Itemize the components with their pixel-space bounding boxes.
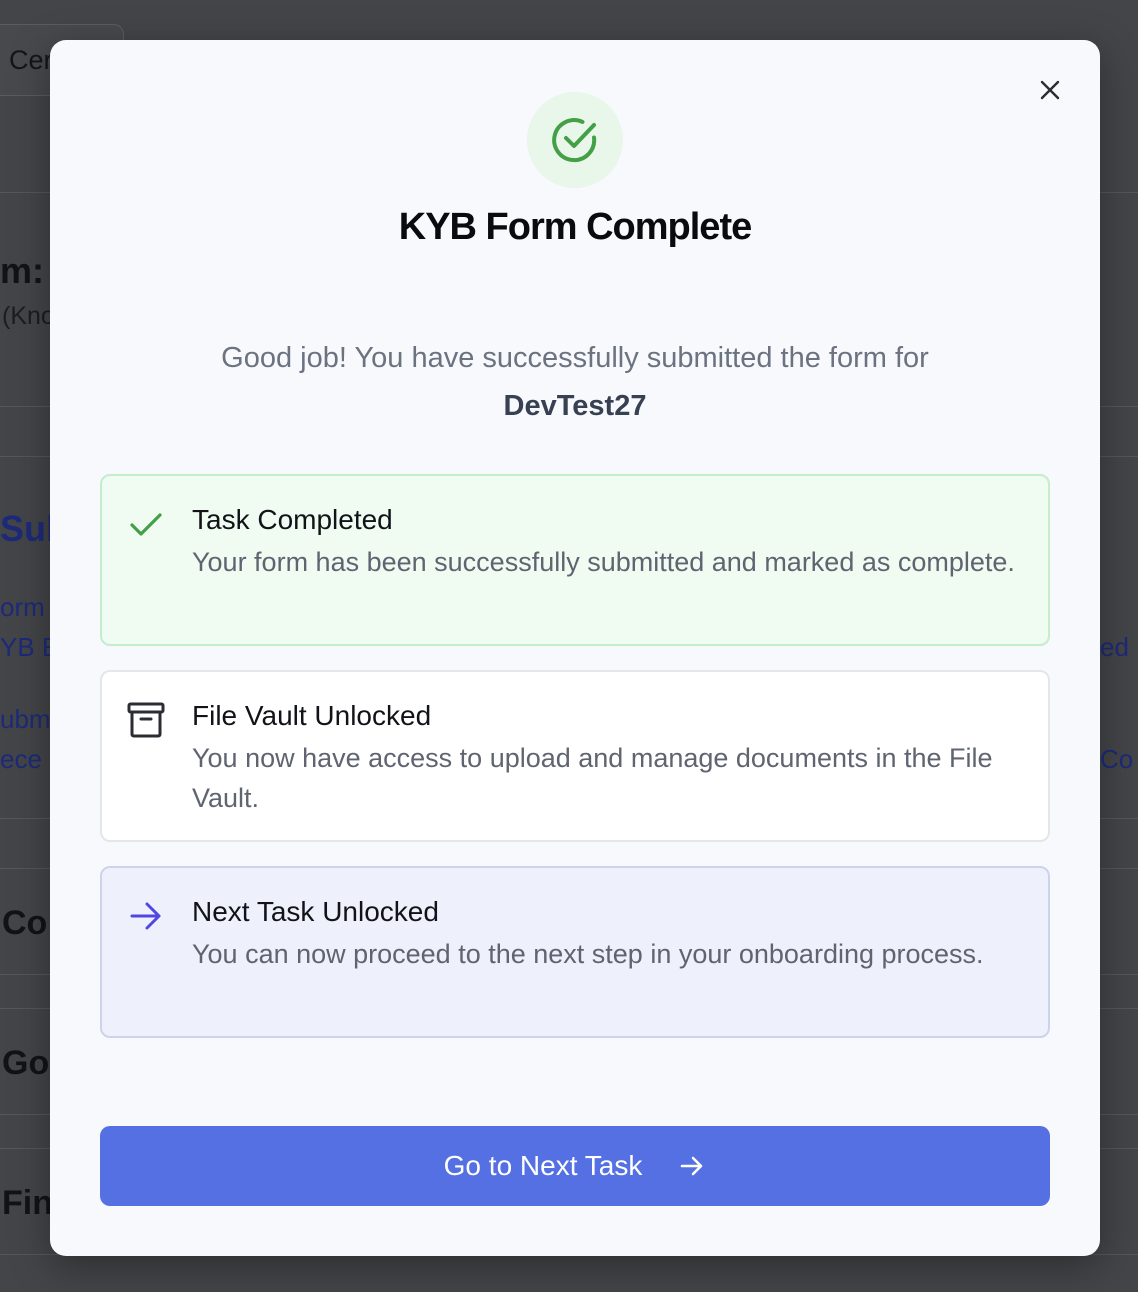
page-subtitle: (Kno — [2, 302, 55, 330]
background-link[interactable]: ece — [0, 744, 42, 775]
close-icon — [1040, 80, 1060, 100]
completion-modal: KYB Form Complete Good job! You have suc… — [50, 40, 1100, 1256]
background-row-label: Fin — [2, 1184, 53, 1222]
button-label: Go to Next Task — [443, 1150, 643, 1181]
archive-icon — [127, 702, 165, 738]
arrow-right-icon — [681, 1156, 703, 1176]
background-link[interactable]: orm — [0, 592, 45, 623]
background-row-label: Go — [2, 1044, 50, 1082]
background-row-label: Co — [2, 904, 48, 942]
description-text: Good job! You have successfully submitte… — [221, 342, 929, 374]
arrow-right-icon — [130, 902, 161, 930]
certificate-button-label: Cer — [9, 45, 53, 75]
task-completed-card: Task Completed Your form has been succes… — [100, 474, 1050, 646]
file-vault-card: File Vault Unlocked You now have access … — [100, 670, 1050, 842]
background-status: ed — [1100, 632, 1129, 662]
company-name: DevTest27 — [503, 390, 647, 422]
check-icon — [130, 513, 162, 536]
modal-title: KYB Form Complete — [398, 206, 752, 248]
success-badge — [527, 92, 623, 188]
background-link[interactable]: ubm — [0, 704, 51, 735]
card-title: Next Task Unlocked — [192, 896, 439, 927]
card-title: File Vault Unlocked — [192, 700, 432, 731]
next-task-card: Next Task Unlocked You can now proceed t… — [100, 866, 1050, 1038]
background-link[interactable]: Co — [1100, 744, 1133, 775]
close-button[interactable] — [1032, 72, 1068, 108]
go-to-next-task-button[interactable]: Go to Next Task — [100, 1126, 1050, 1206]
card-body: You now have access to upload and manage… — [192, 743, 993, 813]
card-body: You can now proceed to the next step in … — [192, 939, 984, 969]
card-title: Task Completed — [192, 504, 393, 535]
check-circle-icon — [552, 118, 597, 163]
card-body: Your form has been successfully submitte… — [192, 547, 1015, 577]
modal-description: Good job! You have successfully submitte… — [110, 334, 1040, 430]
